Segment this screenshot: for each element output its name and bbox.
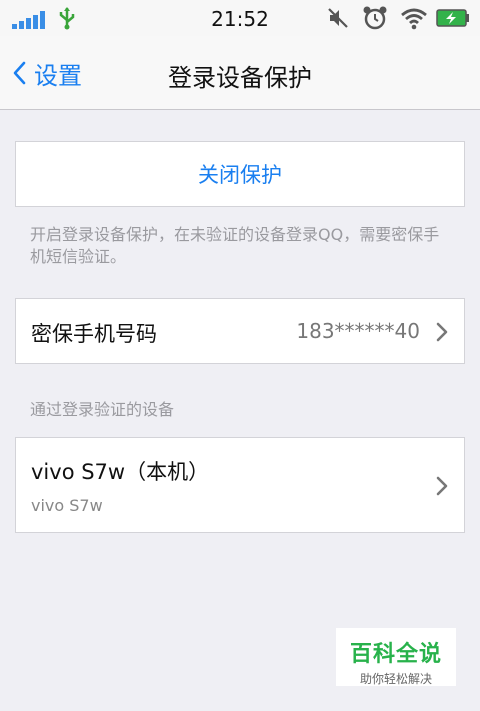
secure-phone-label: 密保手机号码 [31,322,157,346]
secure-phone-row[interactable]: 密保手机号码 183******40 [15,298,465,364]
close-protection-label: 关闭保护 [198,163,282,187]
mute-icon [328,8,348,28]
watermark-logo: 百科全说 助你轻松解决 [336,628,456,686]
close-protection-button[interactable]: 关闭保护 [15,141,465,207]
chevron-right-icon [436,476,448,496]
battery-charging-icon [436,9,469,27]
chevron-right-icon [436,322,448,342]
verified-devices-header: 通过登录验证的设备 [30,400,175,419]
watermark-title: 百科全说 [349,642,442,667]
secure-phone-value: 183******40 [296,319,420,343]
status-bar: 21:52 [0,0,480,36]
watermark-subtitle: 助你轻松解决 [359,672,432,686]
page-title: 登录设备保护 [168,64,312,92]
device-model: vivo S7w [31,496,103,515]
protection-note: 开启登录设备保护，在未验证的设备登录QQ，需要密保手机短信验证。 [30,225,440,266]
alarm-icon [363,6,387,30]
device-row[interactable]: vivo S7w（本机） vivo S7w [15,437,465,533]
wifi-icon [401,8,427,30]
nav-bar: 设置 登录设备保护 [0,36,480,110]
device-name: vivo S7w（本机） [31,460,210,484]
